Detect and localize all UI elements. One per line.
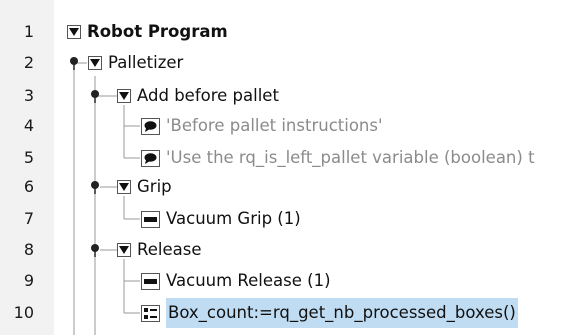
line-number: 4 <box>23 116 34 135</box>
tree-row-release[interactable]: 8 Release <box>0 235 578 265</box>
line-number: 1 <box>23 22 34 41</box>
tree-row-robot-program[interactable]: 1 Robot Program <box>0 17 578 47</box>
command-bar-icon <box>141 272 160 290</box>
node-label: Palletizer <box>108 53 184 72</box>
line-number: 7 <box>23 209 34 228</box>
pin-icon <box>91 181 99 194</box>
tree-row-vacuum-grip[interactable]: 7 Vacuum Grip (1) <box>0 204 578 234</box>
collapse-triangle-icon[interactable] <box>117 243 131 257</box>
node-label: 'Before pallet instructions' <box>166 116 383 135</box>
assignment-icon <box>141 304 160 322</box>
tree-row-comment-before-pallet[interactable]: 4 'Before pallet instructions' <box>0 111 578 141</box>
node-label: Vacuum Grip (1) <box>166 209 301 228</box>
node-label: 'Use the rq_is_left_pallet variable (boo… <box>166 148 535 167</box>
pin-icon <box>70 57 78 70</box>
pin-icon <box>91 90 99 103</box>
line-number: 2 <box>23 53 34 72</box>
node-label: Robot Program <box>87 22 228 41</box>
node-label: Add before pallet <box>137 86 279 105</box>
collapse-triangle-icon[interactable] <box>117 89 131 103</box>
tree-row-add-before-pallet[interactable]: 3 Add before pallet <box>0 81 578 111</box>
node-label: Grip <box>137 177 172 196</box>
tree-row-palletizer[interactable]: 2 Palletizer <box>0 48 578 78</box>
comment-icon <box>141 149 160 167</box>
collapse-triangle-icon[interactable] <box>67 25 81 39</box>
line-number: 9 <box>23 271 34 290</box>
tree-row-comment-left-pallet[interactable]: 5 'Use the rq_is_left_pallet variable (b… <box>0 143 578 173</box>
collapse-triangle-icon[interactable] <box>88 56 102 70</box>
node-label: Box_count:=rq_get_nb_processed_boxes() <box>166 298 518 328</box>
comment-icon <box>141 117 160 135</box>
line-number: 10 <box>13 303 34 322</box>
collapse-triangle-icon[interactable] <box>117 180 131 194</box>
tree-row-vacuum-release[interactable]: 9 Vacuum Release (1) <box>0 266 578 296</box>
line-number: 6 <box>23 177 34 196</box>
pin-icon <box>91 244 99 257</box>
line-number: 3 <box>23 86 34 105</box>
line-number: 8 <box>23 240 34 259</box>
node-label: Release <box>137 240 202 259</box>
line-number: 5 <box>23 148 34 167</box>
tree-row-box-count-assignment[interactable]: 10 Box_count:=rq_get_nb_processed_boxes(… <box>0 298 578 328</box>
tree-row-grip[interactable]: 6 Grip <box>0 172 578 202</box>
program-tree: 1 Robot Program 2 Palletizer 3 Add befor… <box>0 0 578 335</box>
node-label: Vacuum Release (1) <box>166 271 331 290</box>
command-bar-icon <box>141 210 160 228</box>
